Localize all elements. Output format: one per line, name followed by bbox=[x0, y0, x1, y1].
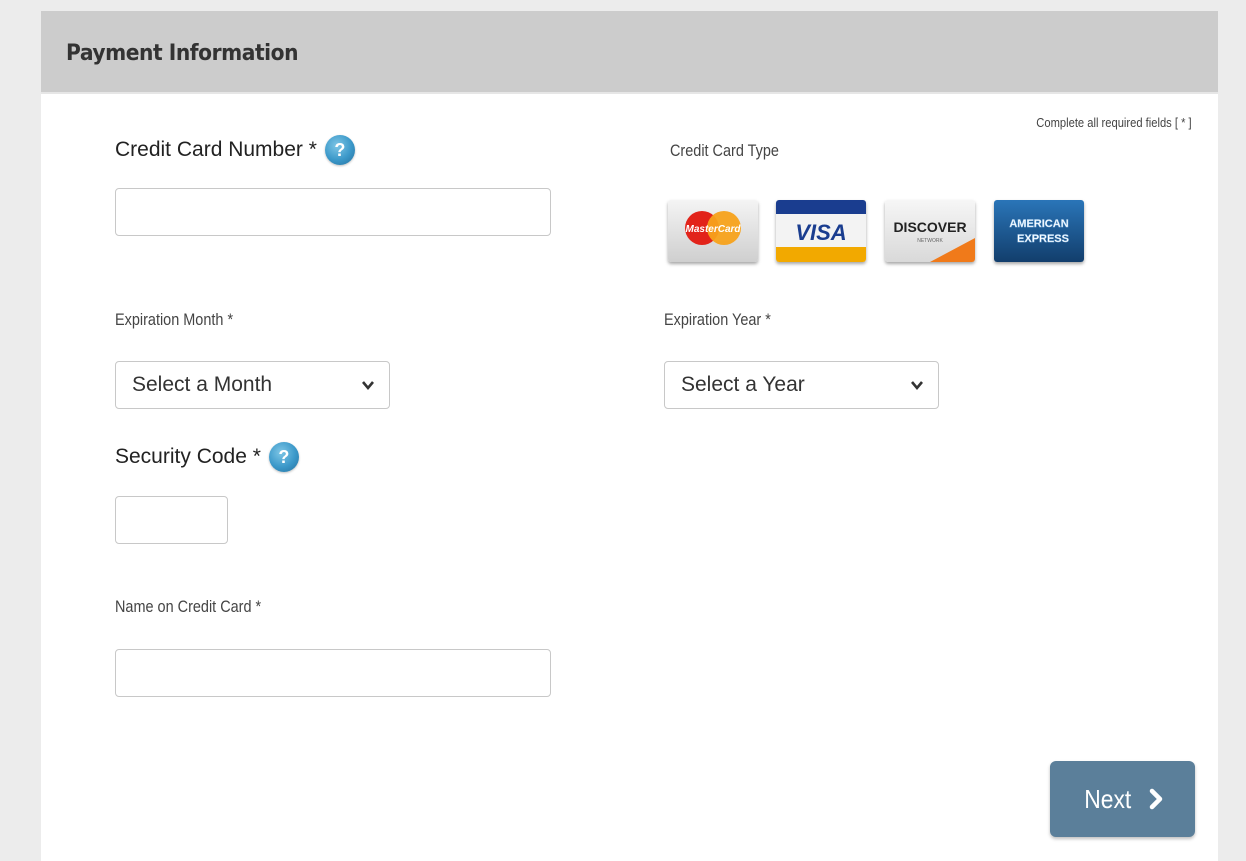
required-fields-note: Complete all required fields [ * ] bbox=[1036, 115, 1192, 130]
payment-panel: Payment Information Complete all require… bbox=[41, 11, 1218, 861]
exp-month-select[interactable]: Select a Month bbox=[115, 361, 390, 409]
exp-year-select[interactable]: Select a Year bbox=[664, 361, 939, 409]
security-code-input[interactable] bbox=[115, 496, 228, 544]
discover-text: DISCOVER bbox=[893, 219, 966, 235]
question-mark-icon[interactable]: ? bbox=[268, 442, 299, 472]
exp-month-label: Expiration Month * bbox=[115, 310, 234, 329]
security-code-label-row: Security Code * ? bbox=[115, 442, 299, 472]
chevron-right-icon bbox=[1149, 788, 1163, 810]
mastercard-text: MasterCard bbox=[685, 224, 741, 235]
exp-year-selected: Select a Year bbox=[681, 373, 805, 396]
exp-year-label: Expiration Year * bbox=[664, 310, 771, 329]
exp-month-selected: Select a Month bbox=[132, 373, 273, 396]
card-number-label-row: Credit Card Number * ? bbox=[115, 135, 355, 165]
amex-text-line2: EXPRESS bbox=[1017, 233, 1069, 245]
question-mark-icon[interactable]: ? bbox=[324, 135, 355, 165]
discover-sub-text: NETWORK bbox=[917, 238, 943, 244]
chevron-down-icon bbox=[911, 381, 923, 391]
card-type-label: Credit Card Type bbox=[670, 141, 779, 160]
visa-text: VISA bbox=[795, 220, 846, 245]
chevron-down-icon bbox=[362, 381, 374, 391]
card-number-label: Credit Card Number * bbox=[115, 138, 317, 161]
amex-text-line1: AMERICAN bbox=[1009, 218, 1068, 230]
panel-title: Payment Information bbox=[66, 41, 299, 66]
amex-logo: AMERICAN EXPRESS bbox=[994, 200, 1084, 262]
name-on-card-input[interactable] bbox=[115, 649, 551, 697]
card-number-input[interactable] bbox=[115, 188, 551, 236]
security-code-label: Security Code * bbox=[115, 445, 261, 468]
name-on-card-label: Name on Credit Card * bbox=[115, 597, 262, 616]
mastercard-logo: MasterCard bbox=[668, 200, 758, 262]
panel-header: Payment Information bbox=[41, 11, 1218, 94]
next-button-label: Next bbox=[1083, 783, 1132, 814]
next-button[interactable]: Next bbox=[1050, 761, 1195, 837]
visa-logo: VISA bbox=[776, 200, 866, 262]
discover-logo: DISCOVER NETWORK bbox=[885, 200, 975, 262]
